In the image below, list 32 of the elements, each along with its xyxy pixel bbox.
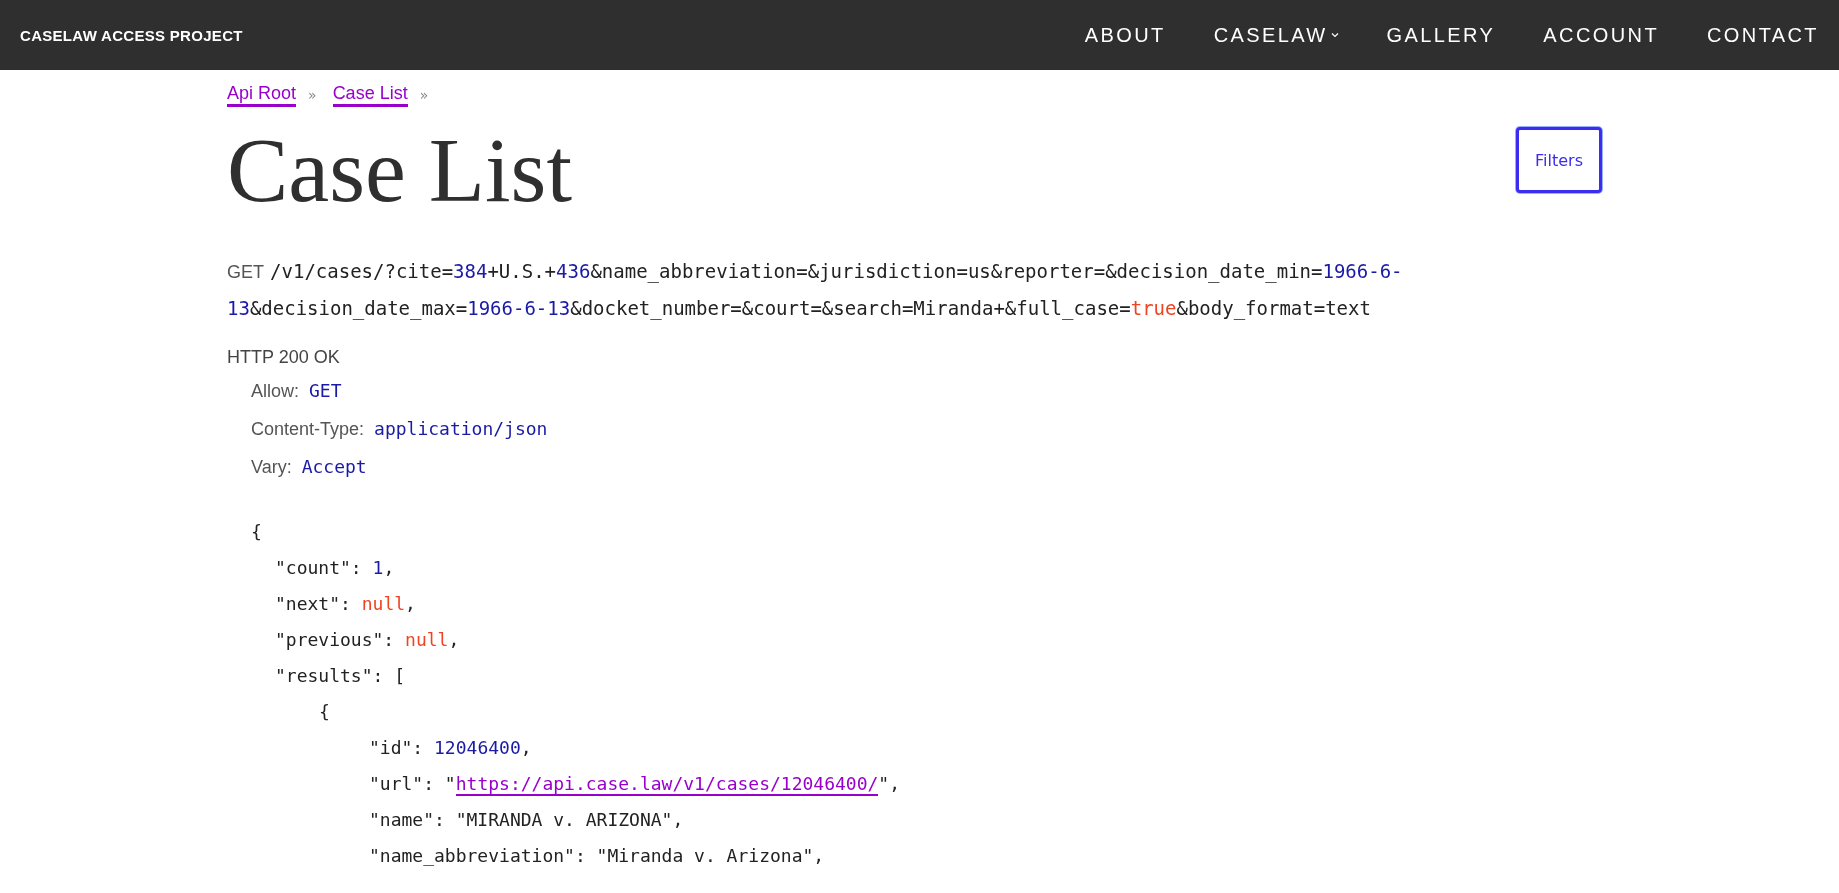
header-value: Accept <box>301 455 367 479</box>
breadcrumb-link[interactable]: Case List <box>332 82 408 107</box>
header-name: Vary: <box>251 456 292 479</box>
breadcrumb-separator: » <box>308 86 317 103</box>
code-line: "count": 1, <box>275 557 395 578</box>
code-line: "id": 12046400, <box>369 737 532 758</box>
response-status: HTTP 200 OK <box>227 346 341 369</box>
code-line: { <box>319 701 330 722</box>
nav-link[interactable]: CASELAW <box>1213 23 1339 47</box>
nav-link[interactable]: GALLERY <box>1386 23 1496 47</box>
caret-icon <box>1330 32 1339 38</box>
page-title: Case List <box>227 118 572 223</box>
nav-link[interactable]: ABOUT <box>1084 23 1166 47</box>
code-line: { <box>251 521 262 542</box>
url-link[interactable]: https://api.case.law/v1/cases/12046400/ <box>455 773 879 796</box>
code-line: "next": null, <box>275 593 416 614</box>
nav-link[interactable]: ACCOUNT <box>1543 23 1659 47</box>
nav-link[interactable]: CONTACT <box>1707 23 1819 47</box>
site-logo[interactable]: CASELAW ACCESS PROJECT <box>20 26 243 44</box>
breadcrumb-separator: » <box>419 86 429 103</box>
code-line: "results": [ <box>275 665 406 686</box>
code-line: "previous": null, <box>275 629 460 650</box>
filters-button[interactable]: Filters <box>1516 127 1602 193</box>
code-line: "name_abbreviation": "Miranda v. Arizona", <box>369 845 825 866</box>
code-line: "url": "https://api.case.law/v1/cases/12046400/", <box>369 773 901 796</box>
header-name: Allow: <box>251 380 299 403</box>
header-value: application/json <box>374 417 548 441</box>
header-name: Content-Type: <box>251 418 365 441</box>
header-value: GET <box>309 379 342 403</box>
request-line: GET /v1/cases/?cite=384+U.S.+436&name_abbreviation=&jurisdiction=us&reporter=&decision_date_min=1966-6-13&decision_date_max=1966-6-13&docket_number=&court=&search=Miranda+&full_case=true&body_format=text <box>227 259 1404 322</box>
code-line: "name": "MIRANDA v. ARIZONA", <box>369 809 684 830</box>
breadcrumb-link[interactable]: Api Root <box>227 82 297 107</box>
